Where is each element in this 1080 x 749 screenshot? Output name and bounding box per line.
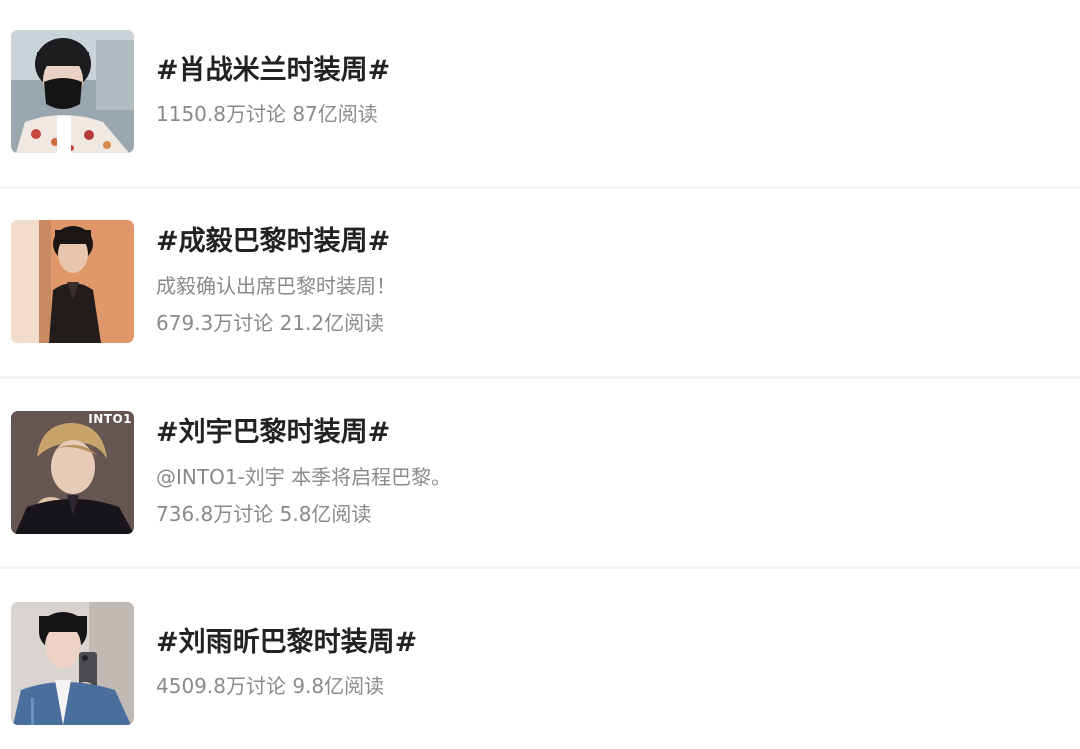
topic-thumbnail[interactable]: [11, 602, 134, 725]
topic-title[interactable]: #刘宇巴黎时装周#: [156, 416, 390, 450]
topic-title[interactable]: #肖战米兰时装周#: [156, 54, 390, 88]
topic-title[interactable]: #成毅巴黎时装周#: [156, 225, 390, 259]
topic-stats: 1150.8万讨论 87亿阅读: [156, 102, 378, 126]
topic-stats: 4509.8万讨论 9.8亿阅读: [156, 674, 385, 698]
topic-stats: 679.3万讨论 21.2亿阅读: [156, 311, 385, 335]
thumbnail-watermark: INTO1: [88, 412, 132, 426]
topic-thumbnail[interactable]: [11, 30, 134, 153]
topic-description: @INTO1-刘宇 本季将启程巴黎。: [156, 465, 452, 489]
topic-thumbnail[interactable]: [11, 220, 134, 343]
person-portrait-photo-icon: [11, 411, 134, 534]
topic-item[interactable]: #刘雨昕巴黎时装周# 4509.8万讨论 9.8亿阅读: [0, 569, 1080, 749]
person-portrait-photo-icon: [11, 220, 134, 343]
topic-description: 成毅确认出席巴黎时装周！: [156, 274, 396, 298]
person-selfie-photo-icon: [11, 602, 134, 725]
topic-stats: 736.8万讨论 5.8亿阅读: [156, 502, 372, 526]
person-with-mask-photo-icon: [11, 30, 134, 153]
topic-item[interactable]: #肖战米兰时装周# 1150.8万讨论 87亿阅读: [0, 0, 1080, 186]
topic-title[interactable]: #刘雨昕巴黎时装周#: [156, 626, 417, 660]
topic-thumbnail[interactable]: INTO1: [11, 411, 134, 534]
topic-list: #肖战米兰时装周# 1150.8万讨论 87亿阅读 #成毅巴黎时装周# 成毅确认…: [0, 0, 1080, 749]
topic-item[interactable]: INTO1 #刘宇巴黎时装周# @INTO1-刘宇 本季将启程巴黎。 736.8…: [0, 379, 1080, 566]
topic-item[interactable]: #成毅巴黎时装周# 成毅确认出席巴黎时装周！ 679.3万讨论 21.2亿阅读: [0, 189, 1080, 376]
